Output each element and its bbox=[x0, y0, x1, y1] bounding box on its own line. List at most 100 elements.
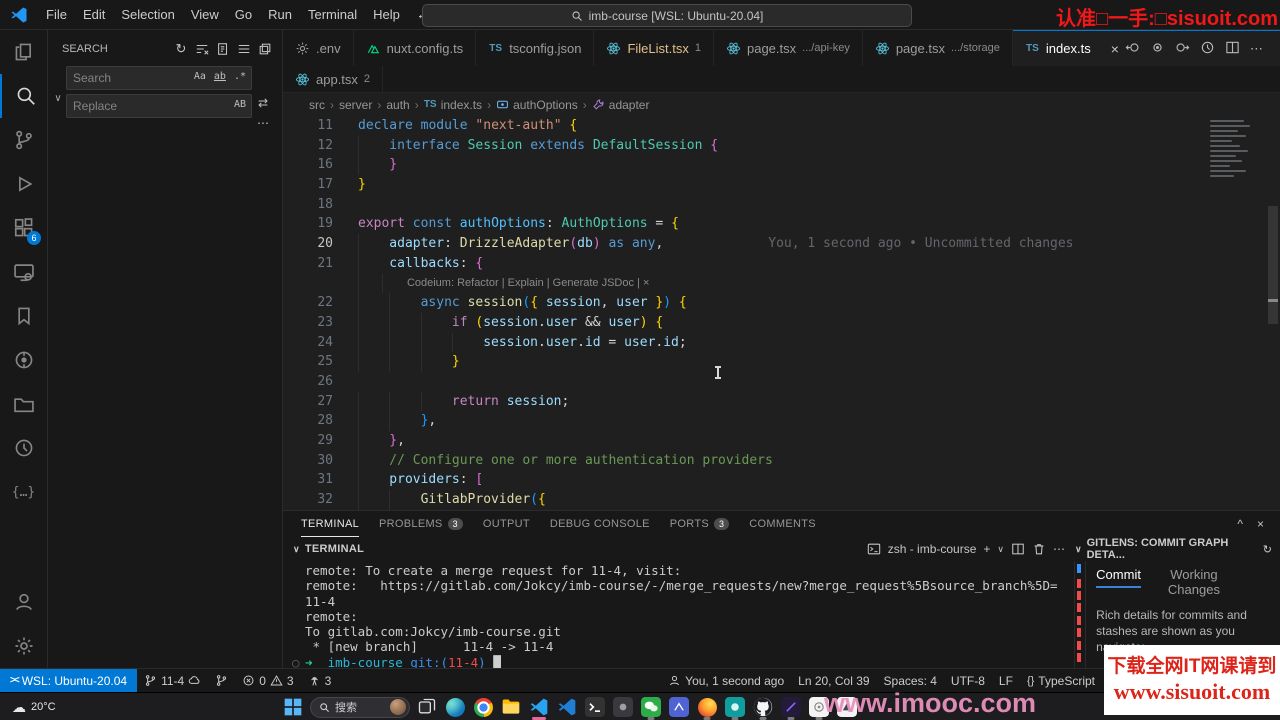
gitlens-next-icon[interactable] bbox=[1175, 40, 1190, 58]
breadcrumb-authoptions[interactable]: authOptions bbox=[496, 98, 578, 112]
panel-tab-output[interactable]: OUTPUT bbox=[483, 511, 530, 537]
taskbar-app-blue[interactable] bbox=[668, 696, 690, 718]
gitlens-current-icon[interactable] bbox=[1150, 40, 1165, 58]
activity-source-control[interactable] bbox=[0, 118, 47, 162]
activity-extensions[interactable]: 6 bbox=[0, 206, 47, 250]
search-details-button[interactable]: ⋯ bbox=[257, 116, 269, 130]
tab-page-tsx[interactable]: page.tsx .../storage bbox=[862, 30, 1013, 66]
activity-explorer[interactable] bbox=[0, 30, 47, 74]
taskbar-edge[interactable] bbox=[444, 696, 466, 718]
activity-accounts[interactable] bbox=[0, 580, 47, 624]
replace-input[interactable] bbox=[66, 94, 252, 118]
menu-view[interactable]: View bbox=[183, 0, 227, 30]
new-terminal-button[interactable]: + bbox=[983, 542, 990, 556]
taskbar-start[interactable] bbox=[282, 696, 304, 718]
more-actions-icon[interactable]: ⋯ bbox=[1250, 41, 1263, 57]
chevron-down-icon[interactable]: ∨ bbox=[1075, 544, 1082, 555]
clear-search-results-button[interactable] bbox=[193, 40, 211, 58]
match-case-toggle[interactable]: Aa bbox=[192, 70, 208, 83]
menu-go[interactable]: Go bbox=[227, 0, 260, 30]
activity-settings[interactable] bbox=[0, 624, 47, 668]
tab-tsconfig-json[interactable]: TS tsconfig.json bbox=[476, 30, 595, 66]
panel-tab-terminal[interactable]: TERMINAL bbox=[301, 511, 360, 537]
view-as-tree-button[interactable] bbox=[256, 40, 274, 58]
panel-close-button[interactable]: × bbox=[1257, 517, 1264, 531]
problems-status[interactable]: 03 bbox=[235, 669, 300, 692]
minimap[interactable] bbox=[1210, 120, 1256, 177]
gitlens-tab-working-changes[interactable]: Working Changes bbox=[1159, 567, 1229, 597]
activity-gitlens[interactable] bbox=[0, 338, 47, 382]
taskbar-chrome[interactable] bbox=[472, 696, 494, 718]
activity-remote-explorer[interactable] bbox=[0, 250, 47, 294]
panel-tab-problems[interactable]: PROBLEMS 3 bbox=[379, 511, 463, 537]
ports-status[interactable]: 3 bbox=[301, 669, 339, 692]
open-new-search-editor-button[interactable] bbox=[214, 40, 232, 58]
taskbar-app-teal[interactable] bbox=[724, 696, 746, 720]
taskbar-vscode-2[interactable] bbox=[556, 696, 578, 718]
gitlens-launchpad[interactable] bbox=[208, 669, 235, 692]
refresh-icon[interactable]: ↻ bbox=[1263, 543, 1272, 556]
taskbar-github[interactable] bbox=[752, 696, 774, 720]
breadcrumb-adapter[interactable]: adapter bbox=[592, 98, 649, 112]
tab--env[interactable]: .env bbox=[283, 30, 354, 66]
kill-terminal-icon[interactable] bbox=[1032, 542, 1046, 556]
panel-tab-comments[interactable]: COMMENTS bbox=[749, 511, 816, 537]
split-editor-icon[interactable] bbox=[1225, 40, 1240, 58]
breadcrumb-src[interactable]: src bbox=[309, 98, 325, 112]
terminal-dropdown-button[interactable]: ∨ bbox=[997, 544, 1004, 555]
regex-toggle[interactable]: .* bbox=[232, 70, 248, 83]
command-center-search[interactable]: imb-course [WSL: Ubuntu-20.04] bbox=[422, 4, 912, 27]
breadcrumb-index-ts[interactable]: TS index.ts bbox=[424, 98, 482, 112]
gitlens-history-icon[interactable] bbox=[1200, 40, 1215, 58]
taskbar-vscode[interactable] bbox=[528, 696, 550, 720]
code-editor[interactable]: 11 declare module "next-auth" {12 interfa… bbox=[283, 116, 1280, 510]
more-actions-icon[interactable]: ⋯ bbox=[1053, 542, 1065, 556]
menu-file[interactable]: File bbox=[38, 0, 75, 30]
blame-status[interactable]: You, 1 second ago bbox=[661, 669, 791, 692]
panel-tab-debug-console[interactable]: DEBUG CONSOLE bbox=[550, 511, 650, 537]
whole-word-toggle[interactable]: ab bbox=[212, 70, 228, 83]
taskbar-file-explorer[interactable] bbox=[500, 696, 522, 718]
branch-status[interactable]: 11-4 bbox=[137, 669, 208, 692]
taskbar-task-view[interactable] bbox=[416, 696, 438, 718]
chevron-down-icon[interactable]: ∨ bbox=[293, 544, 300, 555]
menu-terminal[interactable]: Terminal bbox=[300, 0, 365, 30]
breadcrumb-server[interactable]: server bbox=[339, 98, 372, 112]
gitlens-prev-icon[interactable] bbox=[1125, 40, 1140, 58]
split-terminal-icon[interactable] bbox=[1011, 542, 1025, 556]
codelens-row[interactable]: Codeium: Refactor | Explain | Generate J… bbox=[283, 273, 1280, 294]
tab-page-tsx[interactable]: page.tsx .../api-key bbox=[713, 30, 863, 66]
toggle-replace-button[interactable]: ∨ bbox=[50, 66, 66, 130]
panel-tab-ports[interactable]: PORTS 3 bbox=[670, 511, 730, 537]
gitlens-tab-commit[interactable]: Commit bbox=[1096, 567, 1141, 588]
menu-selection[interactable]: Selection bbox=[113, 0, 182, 30]
tab-app-tsx[interactable]: app.tsx 2 bbox=[283, 66, 384, 92]
taskbar-search[interactable]: 搜索 bbox=[310, 696, 410, 718]
refresh-button[interactable]: ↻ bbox=[172, 40, 190, 58]
taskbar-wechat[interactable] bbox=[640, 696, 662, 720]
taskbar-firefox[interactable] bbox=[696, 696, 718, 720]
menu-edit[interactable]: Edit bbox=[75, 0, 113, 30]
expand-all-button[interactable] bbox=[235, 40, 253, 58]
tab-nuxt-config-ts[interactable]: nuxt.config.ts bbox=[353, 30, 477, 66]
taskbar-terminal-app[interactable] bbox=[584, 696, 606, 718]
taskbar-app-dark[interactable] bbox=[612, 696, 634, 718]
activity-gitlens-inspect[interactable] bbox=[0, 426, 47, 470]
tab-filelist-tsx[interactable]: FileList.tsx 1 bbox=[594, 30, 714, 66]
replace-all-button[interactable]: ⇄ bbox=[258, 96, 268, 110]
taskbar-weather[interactable]: ☁ 20°C bbox=[12, 693, 56, 720]
activity-search[interactable] bbox=[0, 74, 49, 118]
activity-bookmarks[interactable] bbox=[0, 294, 47, 338]
remote-indicator[interactable]: >< WSL: Ubuntu-20.04 bbox=[0, 669, 138, 692]
taskbar-app-purple[interactable] bbox=[780, 696, 802, 720]
menu-help[interactable]: Help bbox=[365, 0, 408, 30]
panel-maximize-button[interactable]: ^ bbox=[1237, 517, 1243, 531]
terminal-output[interactable]: remote: To create a merge request for 11… bbox=[283, 561, 1074, 670]
shell-label[interactable]: zsh - imb-course bbox=[888, 542, 977, 556]
breadcrumb-auth[interactable]: auth bbox=[386, 98, 409, 112]
tab-index-ts[interactable]: TS index.ts × ⋯ bbox=[1012, 30, 1280, 66]
editor-scrollbar[interactable] bbox=[1268, 206, 1278, 324]
activity-project-manager[interactable] bbox=[0, 382, 47, 426]
activity-run-debug[interactable] bbox=[0, 162, 47, 206]
preserve-case-toggle[interactable]: AB bbox=[232, 98, 248, 111]
